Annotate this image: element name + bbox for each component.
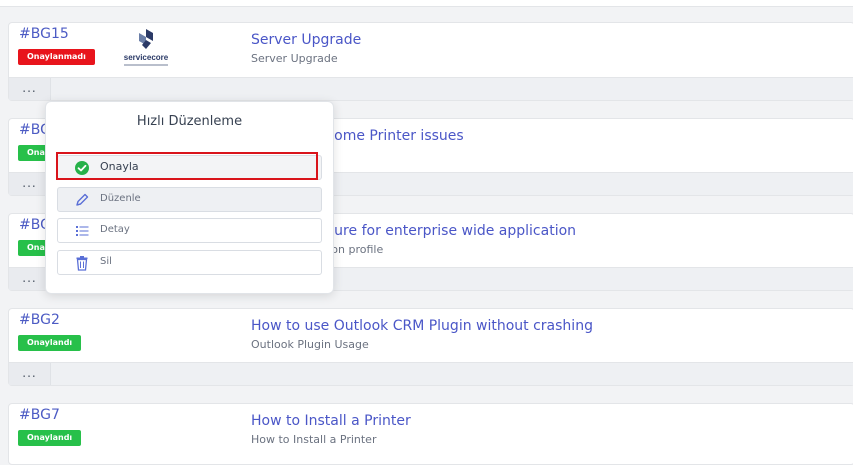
ticket-title[interactable]: Server Upgrade bbox=[251, 32, 361, 48]
ticket-id[interactable]: #BG15 bbox=[19, 26, 69, 42]
ticket-subtitle: Server Upgrade bbox=[251, 52, 338, 65]
check-circle-icon bbox=[74, 160, 90, 176]
company-logo: servicecore bbox=[122, 28, 170, 70]
ticket-title[interactable]: How to Install a Printer bbox=[251, 413, 411, 429]
card-footer: ... bbox=[9, 77, 853, 100]
status-badge: Onaylanmadı bbox=[18, 49, 95, 65]
approve-label: Onayla bbox=[100, 160, 139, 173]
ticket-title[interactable]: rcome Printer issues bbox=[321, 128, 464, 144]
pencil-icon bbox=[74, 192, 90, 208]
details-button[interactable]: Detay bbox=[57, 218, 322, 243]
logo-wordmark: servicecore bbox=[123, 53, 169, 62]
ticket-title[interactable]: cture for enterprise wide application bbox=[321, 223, 576, 239]
ticket-id[interactable]: #BG2 bbox=[19, 312, 60, 328]
ticket-title[interactable]: How to use Outlook CRM Plugin without cr… bbox=[251, 318, 593, 334]
top-bar bbox=[0, 0, 853, 7]
trash-icon bbox=[74, 255, 90, 271]
ticket-card: #BG7 Onaylandı How to Install a Printer … bbox=[8, 403, 853, 465]
card-footer: ... bbox=[9, 362, 853, 385]
list-icon bbox=[74, 223, 90, 239]
ticket-subtitle: How to Install a Printer bbox=[251, 433, 377, 446]
ticket-card: #BG15 Onaylanmadı servicecore Server Upg… bbox=[8, 22, 853, 101]
status-badge: Onaylandı bbox=[18, 335, 82, 351]
status-badge: Onaylandı bbox=[18, 430, 82, 446]
quick-edit-popover: Hızlı Düzenleme Onayla Düzenle Detay Sil bbox=[45, 101, 334, 294]
edit-button[interactable]: Düzenle bbox=[57, 187, 322, 212]
delete-button[interactable]: Sil bbox=[57, 250, 322, 275]
more-actions-button[interactable]: ... bbox=[9, 363, 51, 385]
approve-button[interactable]: Onayla bbox=[57, 155, 322, 180]
edit-label: Düzenle bbox=[100, 193, 141, 204]
popover-title: Hızlı Düzenleme bbox=[136, 114, 243, 129]
details-label: Detay bbox=[100, 224, 130, 235]
delete-label: Sil bbox=[100, 256, 112, 267]
logo-tagline bbox=[124, 64, 168, 66]
ticket-subtitle: Outlook Plugin Usage bbox=[251, 338, 369, 351]
ticket-id[interactable]: #BG7 bbox=[19, 407, 60, 423]
ticket-card: #BG2 Onaylandı How to use Outlook CRM Pl… bbox=[8, 308, 853, 386]
more-actions-button[interactable]: ... bbox=[9, 78, 51, 100]
